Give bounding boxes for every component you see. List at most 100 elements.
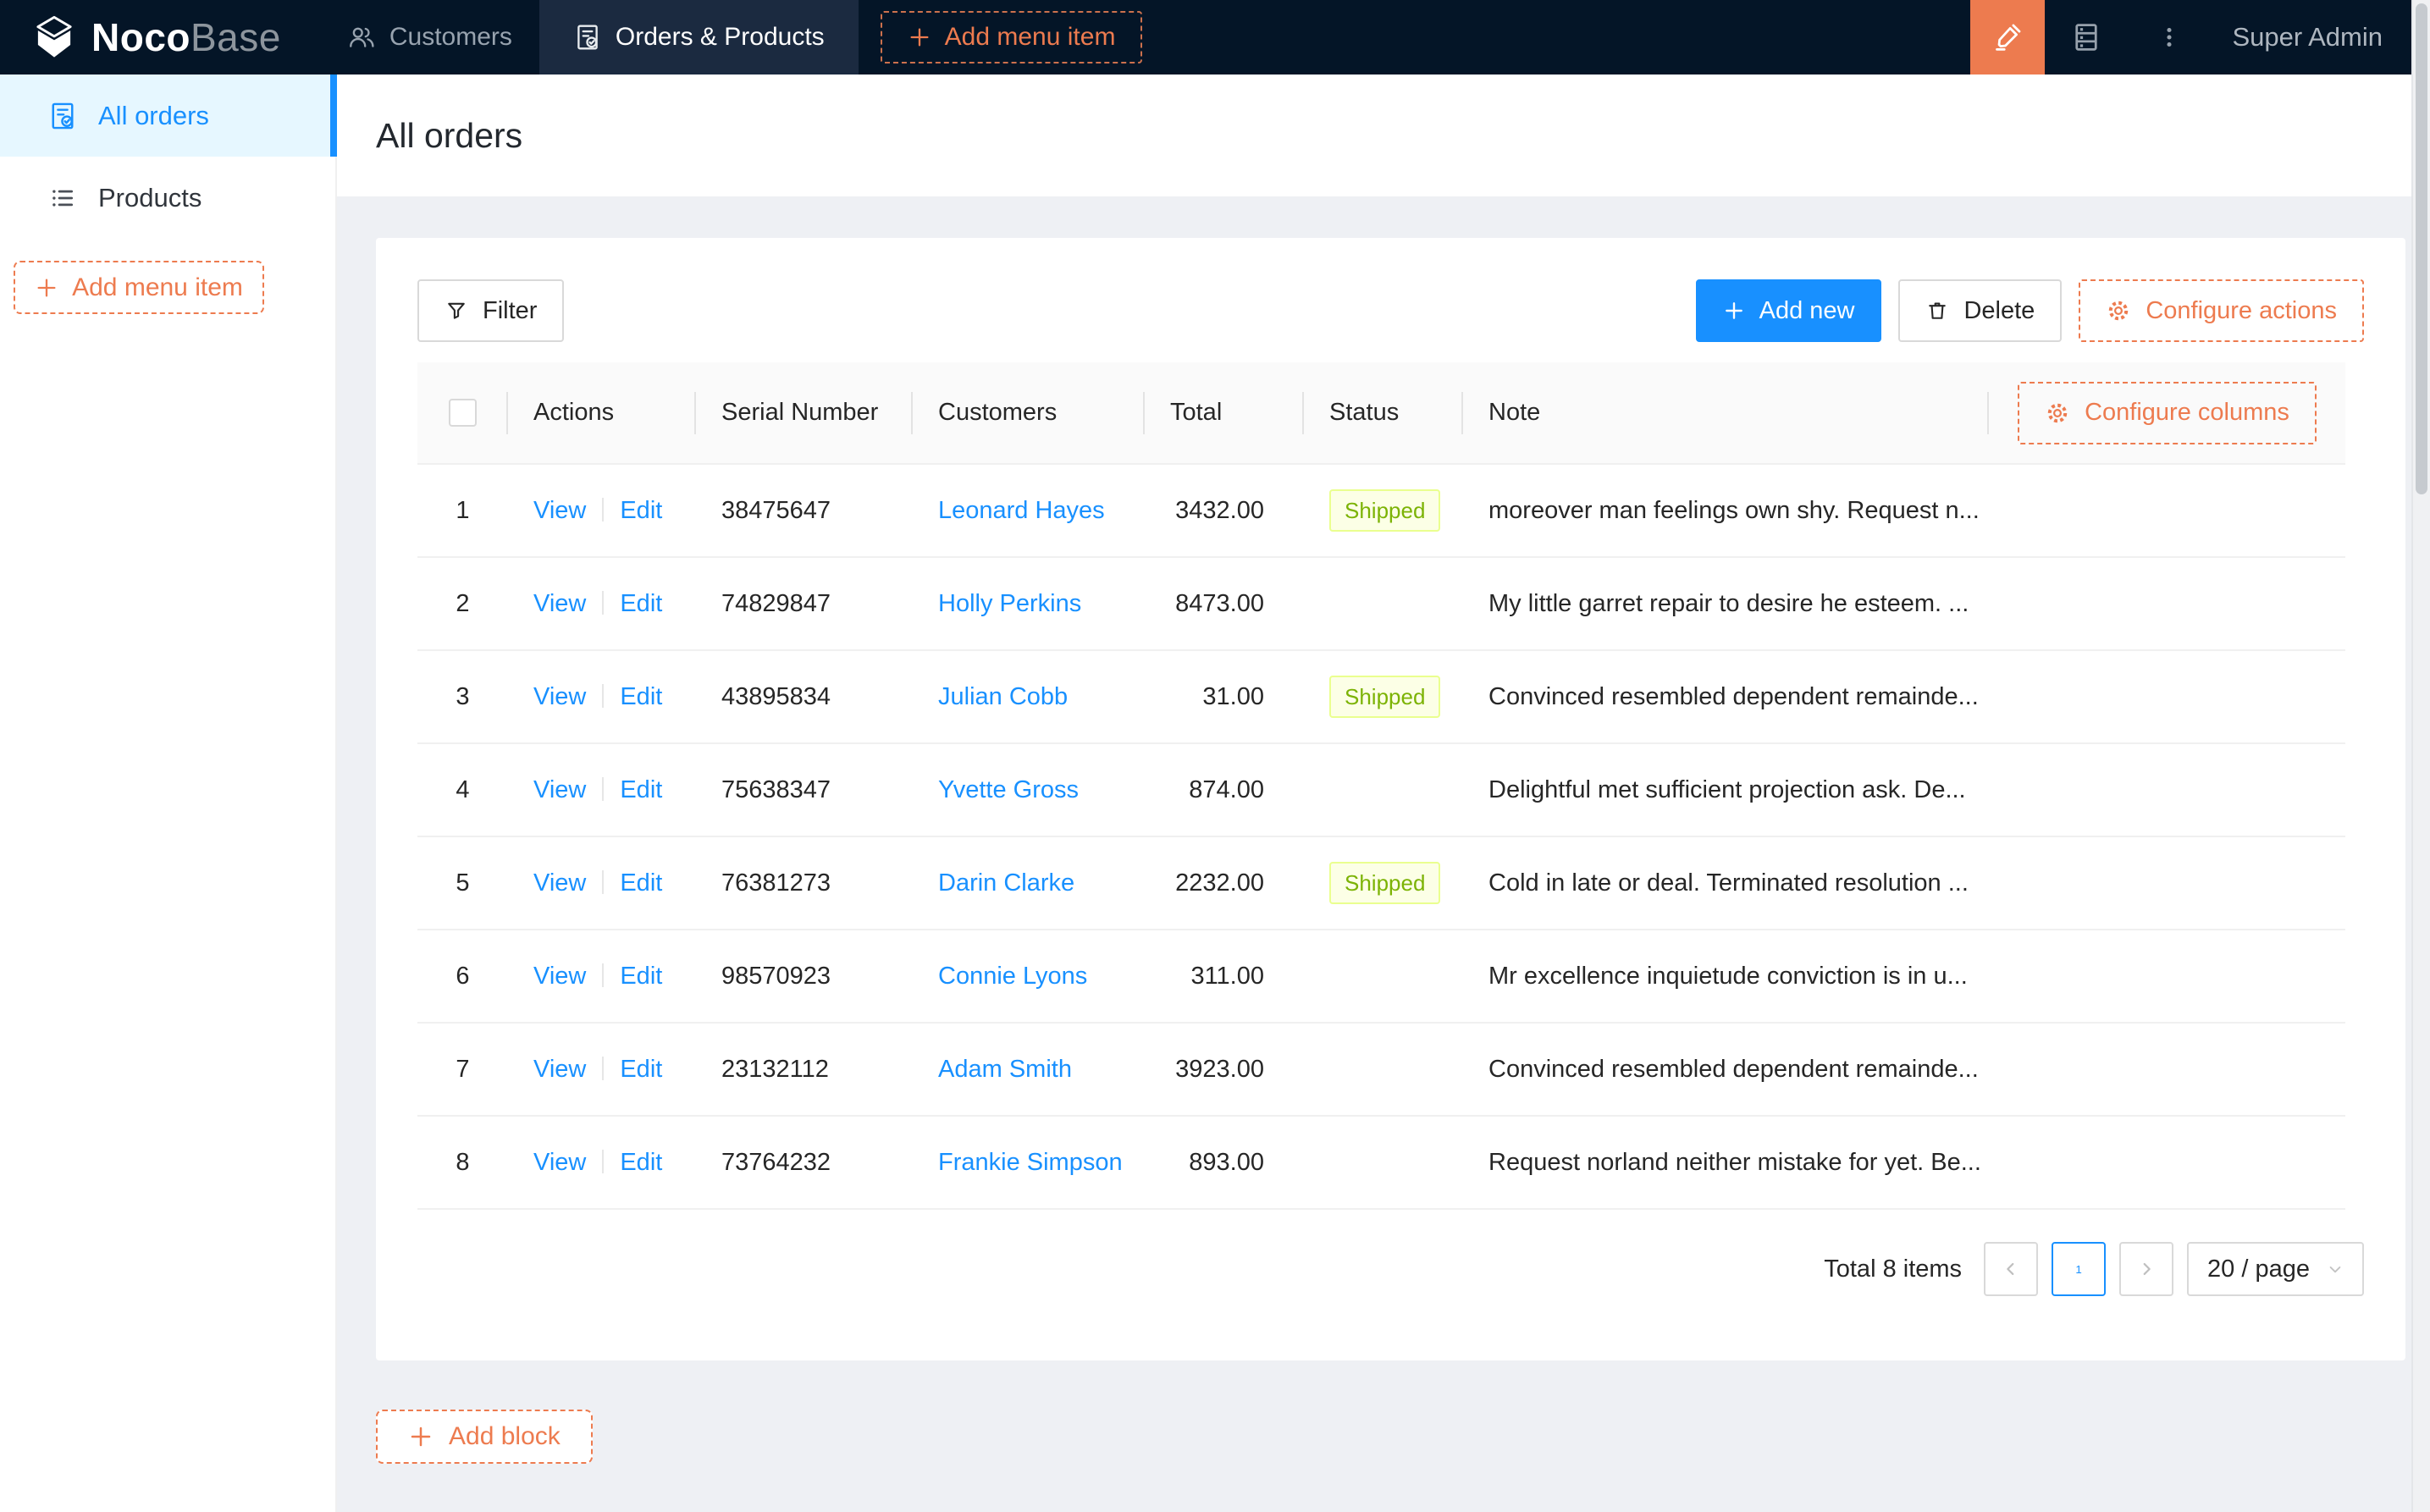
view-link[interactable]: View [533, 1056, 586, 1083]
row-actions-cell: View Edit [508, 650, 696, 744]
edit-link[interactable]: Edit [620, 590, 662, 617]
pagination-total: Total 8 items [1824, 1255, 1963, 1283]
sidebar-add-menu-item-button[interactable]: Add menu item [14, 261, 264, 314]
row-select-cell: 8 [417, 1116, 508, 1210]
view-link[interactable]: View [533, 683, 586, 710]
page-title: All orders [376, 115, 523, 155]
sidebar-item-products[interactable]: Products [0, 157, 335, 239]
sidebar-item-all-orders[interactable]: All orders [0, 74, 337, 157]
header-add-menu-item-button[interactable]: Add menu item [880, 11, 1143, 63]
row-index: 4 [456, 775, 470, 803]
customer-link[interactable]: Darin Clarke [938, 869, 1074, 897]
customer-cell: Adam Smith [913, 1023, 1145, 1117]
pagination-next-button[interactable] [2119, 1242, 2174, 1296]
edit-link[interactable]: Edit [620, 497, 662, 524]
status-cell: Shipped [1304, 464, 1463, 558]
database-button[interactable] [2045, 0, 2128, 74]
view-link[interactable]: View [533, 776, 586, 803]
pagination-prev-button[interactable] [1984, 1242, 2039, 1296]
status-badge: Shipped [1329, 862, 1441, 904]
add-block-button[interactable]: Add block [376, 1410, 593, 1464]
row-index: 6 [456, 962, 470, 990]
top-nav: Customers Orders & Products Add menu ite… [320, 0, 1143, 74]
edit-link[interactable]: Edit [620, 869, 662, 897]
serial-number-cell: 75638347 [696, 743, 913, 837]
filter-icon [445, 299, 468, 323]
customer-cell: Frankie Simpson [913, 1116, 1145, 1210]
actions-divider [602, 590, 605, 615]
table-row[interactable]: 8 View Edit 73764232 Frankie Simpson 893.00 Re… [417, 1116, 2345, 1210]
nav-item-label: Orders & Products [615, 23, 825, 51]
customer-link[interactable]: Connie Lyons [938, 963, 1087, 990]
configure-actions-button[interactable]: Configure actions [2079, 279, 2364, 342]
ellipsis-vertical-icon [2155, 23, 2184, 52]
pagination: Total 8 items 1 20 / page [417, 1242, 2364, 1296]
more-options-button[interactable] [2128, 0, 2211, 74]
pagination-page-1[interactable]: 1 [2052, 1242, 2107, 1296]
customer-link[interactable]: Frankie Simpson [938, 1149, 1123, 1176]
nav-item-customers[interactable]: Customers [320, 0, 539, 74]
row-select-cell: 2 [417, 557, 508, 651]
total-cell: 2232.00 [1145, 836, 1304, 930]
column-header-total: Total [1145, 362, 1304, 465]
total-cell: 8473.00 [1145, 557, 1304, 651]
status-cell: Shipped [1304, 836, 1463, 930]
edit-link[interactable]: Edit [620, 776, 662, 803]
customer-cell: Yvette Gross [913, 743, 1145, 837]
scrollbar-thumb[interactable] [2416, 3, 2427, 494]
delete-button[interactable]: Delete [1898, 279, 2063, 342]
user-menu[interactable]: Super Admin [2211, 22, 2430, 52]
customer-link[interactable]: Yvette Gross [938, 776, 1079, 803]
total-cell: 874.00 [1145, 743, 1304, 837]
add-new-button[interactable]: Add new [1695, 279, 1882, 342]
view-link[interactable]: View [533, 497, 586, 524]
table-row[interactable]: 2 View Edit 74829847 Holly Perkins 8473.00 My … [417, 557, 2345, 651]
filter-button[interactable]: Filter [417, 279, 565, 342]
note-cell: Cold in late or deal. Terminated resolut… [1463, 836, 1989, 930]
view-link[interactable]: View [533, 590, 586, 617]
document-check-icon [573, 23, 602, 52]
plus-icon [35, 276, 58, 300]
actions-divider [602, 869, 605, 894]
table-row[interactable]: 3 View Edit 43895834 Julian Cobb 31.00 Shipped… [417, 650, 2345, 744]
table-row[interactable]: 1 View Edit 38475647 Leonard Hayes 3432.00 Shi… [417, 464, 2345, 558]
table-row[interactable]: 5 View Edit 76381273 Darin Clarke 2232.00 Ship… [417, 836, 2345, 930]
note-cell: Delightful met sufficient projection ask… [1463, 743, 1989, 837]
chevron-left-icon [2002, 1260, 2020, 1278]
row-actions-cell: View Edit [508, 1023, 696, 1117]
edit-link[interactable]: Edit [620, 683, 662, 710]
customer-link[interactable]: Julian Cobb [938, 683, 1068, 710]
status-cell [1304, 557, 1463, 651]
column-header-note: Note [1463, 362, 1989, 465]
select-all-checkbox[interactable] [449, 399, 477, 428]
edit-link[interactable]: Edit [620, 1056, 662, 1083]
customer-cell: Holly Perkins [913, 557, 1145, 651]
edit-link[interactable]: Edit [620, 963, 662, 990]
view-link[interactable]: View [533, 1149, 586, 1176]
customer-link[interactable]: Adam Smith [938, 1056, 1072, 1083]
row-actions-cell: View Edit [508, 743, 696, 837]
row-index: 1 [456, 496, 470, 524]
note-cell: Convinced resembled dependent remainde..… [1463, 1023, 1989, 1117]
serial-number-cell: 43895834 [696, 650, 913, 744]
customer-link[interactable]: Holly Perkins [938, 590, 1081, 617]
view-link[interactable]: View [533, 963, 586, 990]
row-select-cell: 6 [417, 930, 508, 1024]
row-select-cell: 1 [417, 464, 508, 558]
edit-link[interactable]: Edit [620, 1149, 662, 1176]
view-link[interactable]: View [533, 869, 586, 897]
table-header-row: Actions Serial Number Customers Total St… [417, 362, 2345, 465]
page-scrollbar[interactable] [2411, 0, 2430, 1512]
ui-editor-button[interactable] [1969, 0, 2045, 74]
table-row[interactable]: 6 View Edit 98570923 Connie Lyons 311.00 Mr ex… [417, 930, 2345, 1024]
page-size-select[interactable]: 20 / page [2187, 1242, 2364, 1296]
row-index: 2 [456, 589, 470, 617]
table-row[interactable]: 4 View Edit 75638347 Yvette Gross 874.00 Delig… [417, 743, 2345, 837]
status-badge: Shipped [1329, 489, 1441, 532]
nav-item-orders-products[interactable]: Orders & Products [538, 0, 859, 74]
table-row[interactable]: 7 View Edit 23132112 Adam Smith 3923.00 Convin… [417, 1023, 2345, 1117]
nocobase-logo[interactable]: NocoBase [30, 14, 281, 61]
configure-columns-button[interactable]: Configure columns [2018, 381, 2317, 444]
serial-number-cell: 98570923 [696, 930, 913, 1024]
customer-link[interactable]: Leonard Hayes [938, 497, 1105, 524]
